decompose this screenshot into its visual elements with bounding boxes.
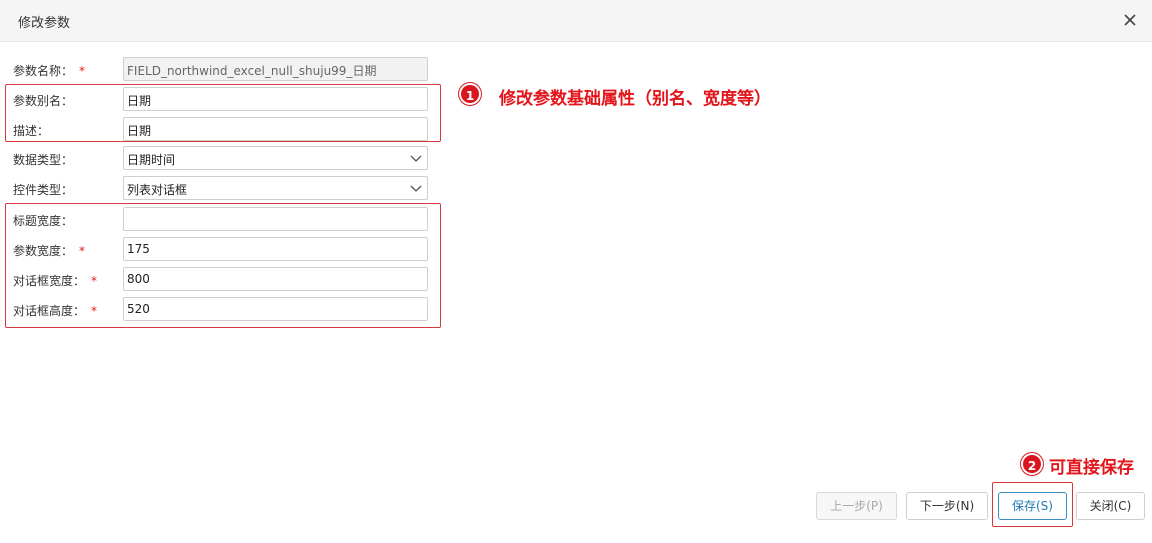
data-type-label: 数据类型：	[13, 153, 74, 167]
control-type-select[interactable]: 列表对话框	[123, 176, 428, 200]
param-name-field: FIELD_northwind_excel_null_shuju99_日期	[123, 57, 428, 81]
chevron-down-icon	[410, 185, 422, 192]
control-type-row: 控件类型： 列表对话框	[0, 176, 440, 200]
highlight-box-width	[5, 203, 441, 328]
param-name-row: 参数名称： * FIELD_northwind_excel_null_shuju9…	[0, 57, 440, 81]
chevron-down-icon	[410, 155, 422, 162]
required-mark: *	[79, 64, 86, 78]
dialog-header: 修改参数	[0, 0, 1152, 42]
next-step-button[interactable]: 下一步(N)	[906, 492, 988, 520]
annotation-badge-2: 2	[1021, 453, 1043, 475]
data-type-value: 日期时间	[127, 153, 176, 167]
highlight-box-basic	[5, 84, 441, 142]
data-type-row: 数据类型： 日期时间	[0, 146, 440, 170]
close-button[interactable]: 关闭(C)	[1076, 492, 1145, 520]
param-name-label: 参数名称： *	[13, 64, 86, 78]
annotation-text-2: 可直接保存	[1049, 458, 1134, 478]
save-button[interactable]: 保存(S)	[998, 492, 1067, 520]
control-type-value: 列表对话框	[127, 183, 188, 197]
data-type-select[interactable]: 日期时间	[123, 146, 428, 170]
close-icon[interactable]	[1120, 10, 1140, 30]
annotation-badge-1: 1	[459, 83, 481, 105]
annotation-text-1: 修改参数基础属性（别名、宽度等）	[499, 89, 771, 109]
prev-step-button[interactable]: 上一步(P)	[816, 492, 897, 520]
dialog-title: 修改参数	[18, 16, 71, 31]
control-type-label: 控件类型：	[13, 183, 74, 197]
